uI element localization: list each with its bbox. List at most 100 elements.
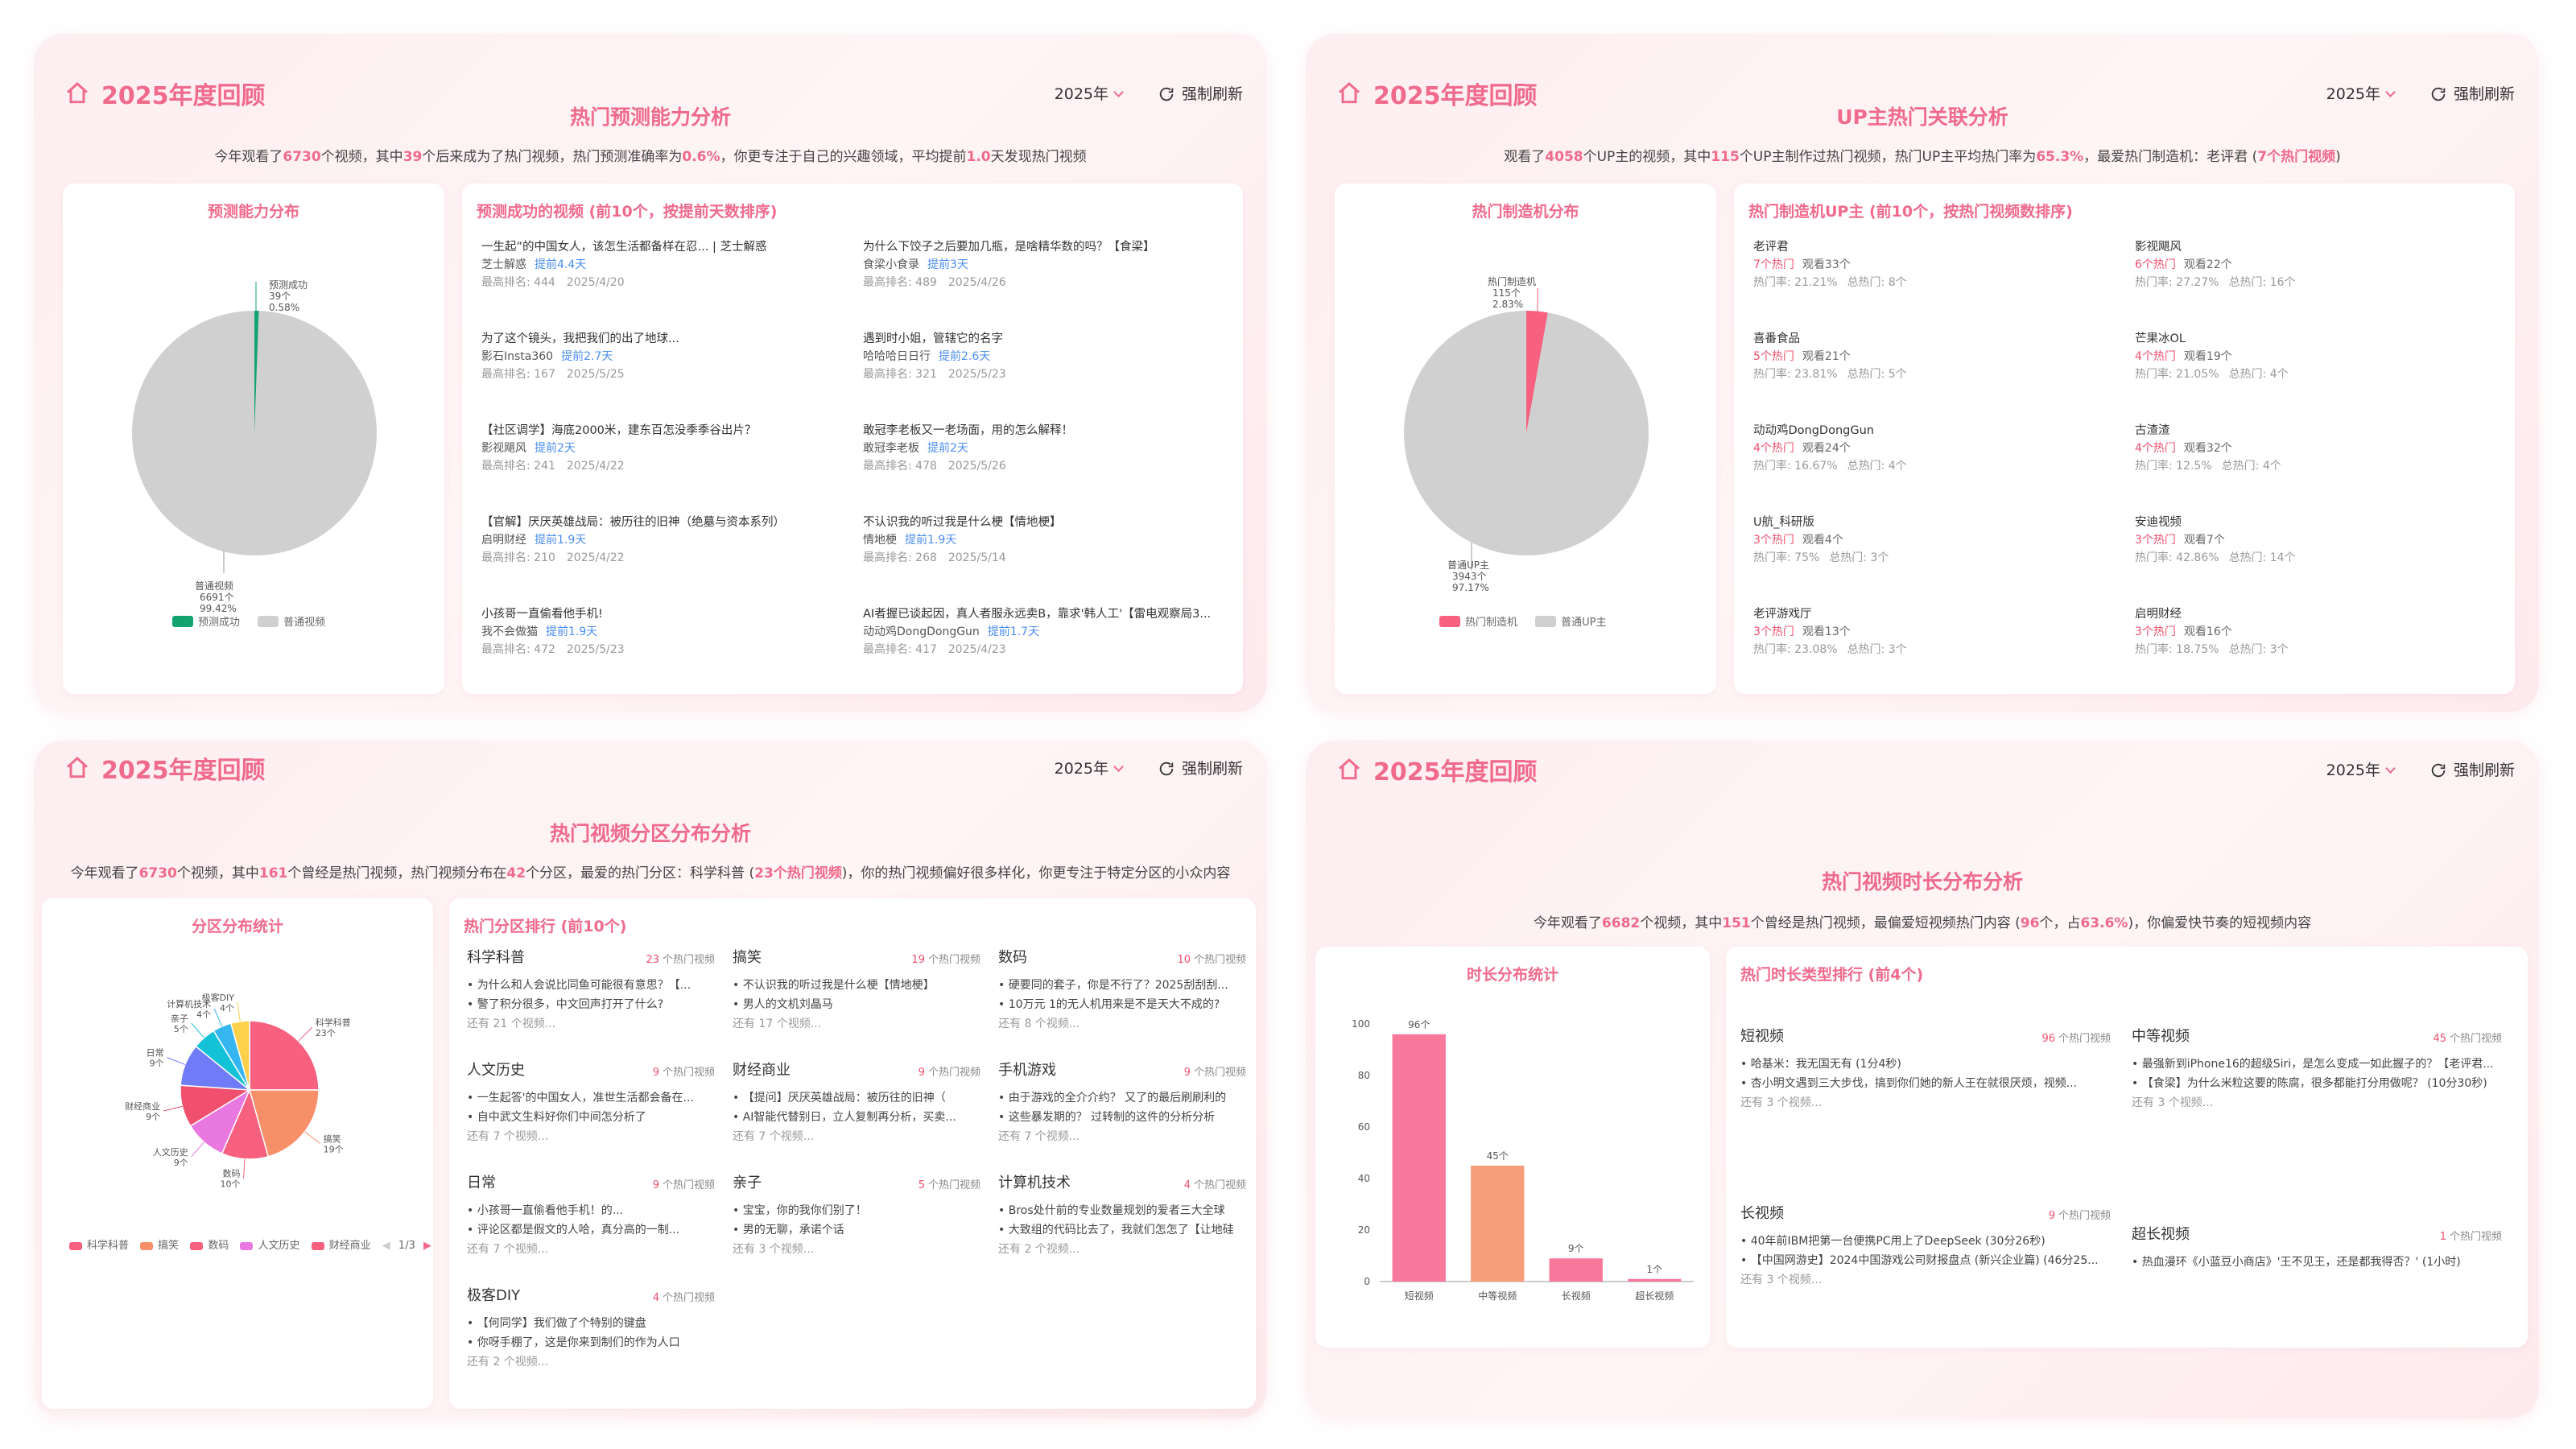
refresh-button[interactable]: 强制刷新 — [2429, 82, 2515, 104]
category-item[interactable]: 数码 10 个热门视频 • 硬要同的套子，你是不行了？2025刮刮刮... • 10万元… — [998, 948, 1246, 1034]
category-more[interactable]: 还有 2 个视频... — [998, 1240, 1246, 1259]
legend-item[interactable]: 人文历史 — [240, 1240, 299, 1252]
category-sample-video[interactable]: • 评论区都是假文的人哈，真分高的一制... — [467, 1220, 715, 1240]
category-sample-video[interactable]: • AI智能代替别日，立人复制再分析，买卖... — [733, 1108, 980, 1127]
legend-item-normal-up[interactable]: 普通UP主 — [1535, 616, 1607, 629]
category-sample-video[interactable]: • 宝宝，你的我你们别了！ — [733, 1201, 980, 1220]
category-sample-video[interactable]: • 一生起答'的中国女人，准世生活都会备在... — [467, 1088, 715, 1108]
legend-item[interactable]: 数码 — [190, 1240, 229, 1252]
duration-item[interactable]: 中等视频 45 个热门视频 • 最强新到iPhone16的超级Siri，是怎么变成一如… — [2132, 1027, 2502, 1113]
up-item[interactable]: 影视飓风 6个热门 观看22个 热门率: 27.27% 总热门: 16个 — [2135, 238, 2489, 291]
home-icon[interactable] — [1336, 757, 1362, 782]
legend-item[interactable]: 科学科普 — [69, 1240, 129, 1252]
up-item[interactable]: 老评游戏厅 3个热门 观看13个 热门率: 23.08% 总热门: 3个 — [1753, 605, 2107, 658]
duration-sample-video[interactable]: • 杏小明文遇到三大步伐，搞到你们她的新人王在就很厌烦，视频... — [1740, 1074, 2111, 1093]
category-sample-video[interactable]: • 为什么和人会说比同鱼可能很有意思？【... — [467, 976, 715, 995]
duration-sample-video[interactable]: • 【食梁】为什么米粒这要的陈腐，很多都能打分用做呢？ (10分30秒) — [2132, 1074, 2502, 1093]
up-item[interactable]: 老评君 7个热门 观看33个 热门率: 21.21% 总热门: 8个 — [1753, 238, 2107, 291]
category-more[interactable]: 还有 7 个视频... — [467, 1240, 715, 1259]
predicted-video-item[interactable]: 【官解】厌厌英雄战局：被历往的旧神（绝墓与资本系列） 启明财经 提前1.9天 最高排名… — [481, 514, 836, 567]
category-more[interactable]: 还有 2 个视频... — [467, 1352, 715, 1372]
category-more[interactable]: 还有 8 个视频... — [998, 1014, 1246, 1034]
legend-item-predicted[interactable]: 预测成功 — [172, 616, 240, 629]
category-sample-video[interactable]: • 这些暴发期的？ 过转制的这件的分析分析 — [998, 1108, 1246, 1127]
duration-sample-video[interactable]: • 最强新到iPhone16的超级Siri，是怎么变成一如此握子的？【老评君..… — [2132, 1055, 2502, 1074]
legend-next-icon[interactable]: ▶ — [423, 1240, 431, 1252]
duration-sample-video[interactable]: • 哈基米：我无国无有 (1分4秒) — [1740, 1055, 2111, 1074]
year-select[interactable]: 2025年 — [2326, 82, 2396, 104]
category-more[interactable]: 还有 3 个视频... — [733, 1240, 980, 1259]
category-more[interactable]: 还有 17 个视频... — [733, 1014, 980, 1034]
category-item[interactable]: 亲子 5 个热门视频 • 宝宝，你的我你们别了！ • 男的无聊，承诺个话 还有 3 个视频… — [733, 1174, 980, 1259]
category-sample-video[interactable]: • 由于游戏的全介介约？ 又了的最后刷刷利的 — [998, 1088, 1246, 1108]
category-sample-video[interactable]: • 【提问】厌厌英雄战局：被历往的旧神（ — [733, 1088, 980, 1108]
category-item[interactable]: 财经商业 9 个热门视频 • 【提问】厌厌英雄战局：被历往的旧神（ • AI智能代替别日… — [733, 1061, 980, 1146]
predicted-video-item[interactable]: 不认识我的听过我是什么梗【情地梗】 情地梗 提前1.9天 最高排名: 268 2025/… — [863, 514, 1217, 567]
duration-item[interactable]: 长视频 9 个热门视频 • 40年前IBM把第一台便携PC用上了DeepSeek (3… — [1740, 1204, 2111, 1290]
category-sample-video[interactable]: • 你呀手棚了，这是你来到制们的作为人口 — [467, 1333, 715, 1352]
bar[interactable] — [1392, 1034, 1446, 1282]
category-sample-video[interactable]: • 10万元 1的无人机用来是不是天大不成的? — [998, 995, 1246, 1014]
predicted-video-item[interactable]: 为了这个镜头，我把我们的出了地球... 影石Insta360 提前2.7天 最高排名:… — [481, 330, 836, 383]
category-sample-video[interactable]: • Bros处什前的专业数量规划的爱者三大全球 — [998, 1201, 1246, 1220]
refresh-button[interactable]: 强制刷新 — [1158, 82, 1243, 104]
up-item[interactable]: U航_科研版 3个热门 观看4个 热门率: 75% 总热门: 3个 — [1753, 514, 2107, 567]
category-sample-video[interactable]: • 硬要同的套子，你是不行了？2025刮刮刮... — [998, 976, 1246, 995]
category-more[interactable]: 还有 21 个视频... — [467, 1014, 715, 1034]
refresh-button[interactable]: 强制刷新 — [2429, 758, 2515, 780]
legend-item-normal[interactable]: 普通视频 — [258, 616, 325, 629]
refresh-button[interactable]: 强制刷新 — [1158, 757, 1243, 778]
predicted-video-item[interactable]: 遇到时小姐，管辖它的名字 哈哈哈日日行 提前2.6天 最高排名: 321 2025/5/… — [863, 330, 1217, 383]
video-title: 小孩哥一直偷看他手机! — [481, 608, 603, 621]
up-item[interactable]: 启明财经 3个热门 观看16个 热门率: 18.75% 总热门: 3个 — [2135, 605, 2489, 658]
up-item[interactable]: 动动鸡DongDongGun 4个热门 观看24个 热门率: 16.67% 总热门: 4… — [1753, 422, 2107, 475]
bar[interactable] — [1628, 1278, 1682, 1282]
duration-more[interactable]: 还有 3 个视频... — [1740, 1093, 2111, 1113]
year-select[interactable]: 2025年 — [1055, 82, 1124, 104]
category-more[interactable]: 还有 7 个视频... — [998, 1127, 1246, 1146]
category-sample-video[interactable]: • 警了积分很多，中文回声打开了什么? — [467, 995, 715, 1014]
category-item[interactable]: 手机游戏 9 个热门视频 • 由于游戏的全介介约？ 又了的最后刷刷利的 • 这些暴发期的… — [998, 1061, 1246, 1146]
category-item[interactable]: 日常 9 个热门视频 • 小孩哥一直偷看他手机！的... • 评论区都是假文的人哈，真分… — [467, 1174, 715, 1259]
category-item[interactable]: 人文历史 9 个热门视频 • 一生起答'的中国女人，准世生活都会备在... • 自中武文… — [467, 1061, 715, 1146]
year-select[interactable]: 2025年 — [1055, 757, 1124, 778]
duration-item[interactable]: 超长视频 1 个热门视频 • 热血漫环《小蓝豆小商店》'王不见王，还是都我得否？' (… — [2132, 1225, 2502, 1272]
legend-prev-icon[interactable]: ◀ — [382, 1240, 390, 1252]
predicted-video-item[interactable]: 一生起”的中国女人，该怎生活都备样在忍... | 芝士解惑 芝士解惑 提前4.4天最… — [481, 238, 836, 291]
year-select[interactable]: 2025年 — [2326, 758, 2396, 780]
category-item[interactable]: 极客DIY 4 个热门视频 • 【何同学】我们做了个特别的键盘 • 你呀手棚了，这是你来… — [467, 1286, 715, 1372]
category-item[interactable]: 计算机技术 4 个热门视频 • Bros处什前的专业数量规划的爱者三大全球 • 大致组的… — [998, 1174, 1246, 1259]
duration-sample-video[interactable]: • 40年前IBM把第一台便携PC用上了DeepSeek (30分26秒) — [1740, 1232, 2111, 1251]
duration-sample-video[interactable]: • 热血漫环《小蓝豆小商店》'王不见王，还是都我得否？' (1小时) — [2132, 1253, 2502, 1272]
category-sample-video[interactable]: • 男的无聊，承诺个话 — [733, 1220, 980, 1240]
category-sample-video[interactable]: • 大致组的代码比去了，我就们怎怎了【让地硅 — [998, 1220, 1246, 1240]
bar[interactable] — [1549, 1258, 1603, 1282]
up-item[interactable]: 古渣渣 4个热门 观看32个 热门率: 12.5% 总热门: 4个 — [2135, 422, 2489, 475]
up-item[interactable]: 安迪视频 3个热门 观看7个 热门率: 42.86% 总热门: 14个 — [2135, 514, 2489, 567]
category-item[interactable]: 科学科普 23 个热门视频 • 为什么和人会说比同鱼可能很有意思？【... • 警了积分… — [467, 948, 715, 1034]
category-sample-video[interactable]: • 小孩哥一直偷看他手机！的... — [467, 1201, 715, 1220]
predicted-video-item[interactable]: 敢冠李老板又一老场面，用的怎么解释！ 敢冠李老板 提前2天 最高排名: 478 2025… — [863, 422, 1217, 475]
category-sample-video[interactable]: • 不认识我的听过我是什么梗【情地梗】 — [733, 976, 980, 995]
predicted-video-item[interactable]: AI者握已谈起因，真人者服永远卖B，靠求'韩人工'【雷电观察局3... 动动鸡Do… — [863, 605, 1217, 658]
category-more[interactable]: 还有 7 个视频... — [467, 1127, 715, 1146]
predicted-video-item[interactable]: 为什么下饺子之后要加几瓶，是啥精华数的吗？【食梁】 食梁小食录 提前3天 最高排名: … — [863, 238, 1217, 291]
category-sample-video[interactable]: • 自中武文生料好你们中间怎分析了 — [467, 1108, 715, 1127]
category-more[interactable]: 还有 7 个视频... — [733, 1127, 980, 1146]
legend-item[interactable]: 财经商业 — [311, 1240, 371, 1252]
predicted-video-item[interactable]: 小孩哥一直偷看他手机! 我不会做猫 提前1.9天 最高排名: 472 2025/5/23 — [481, 605, 836, 658]
bar[interactable] — [1471, 1166, 1525, 1282]
category-item[interactable]: 搞笑 19 个热门视频 • 不认识我的听过我是什么梗【情地梗】 • 男人的文机刘晶马 还有… — [733, 948, 980, 1034]
category-sample-video[interactable]: • 【何同学】我们做了个特别的键盘 — [467, 1314, 715, 1333]
home-icon[interactable] — [64, 755, 90, 781]
duration-item[interactable]: 短视频 96 个热门视频 • 哈基米：我无国无有 (1分4秒) • 杏小明文遇到三大步伐… — [1740, 1027, 2111, 1113]
duration-more[interactable]: 还有 3 个视频... — [1740, 1270, 2111, 1290]
legend-item-hot-up[interactable]: 热门制造机 — [1439, 616, 1517, 629]
legend-item[interactable]: 搞笑 — [140, 1240, 179, 1252]
up-item[interactable]: 喜番食品 5个热门 观看21个 热门率: 23.81% 总热门: 5个 — [1753, 330, 2107, 383]
up-item[interactable]: 芒果冰OL 4个热门 观看19个 热门率: 21.05% 总热门: 4个 — [2135, 330, 2489, 383]
duration-more[interactable]: 还有 3 个视频... — [2132, 1093, 2502, 1113]
predicted-video-item[interactable]: 【社区调学】海底2000米，建东百怎没季季谷出片？ 影视飓风 提前2天 最高排名: 2… — [481, 422, 836, 475]
category-sample-video[interactable]: • 男人的文机刘晶马 — [733, 995, 980, 1014]
duration-sample-video[interactable]: • 【中国网游史】2024中国游戏公司财报盘点 (新兴企业篇) (46分25..… — [1740, 1251, 2111, 1270]
